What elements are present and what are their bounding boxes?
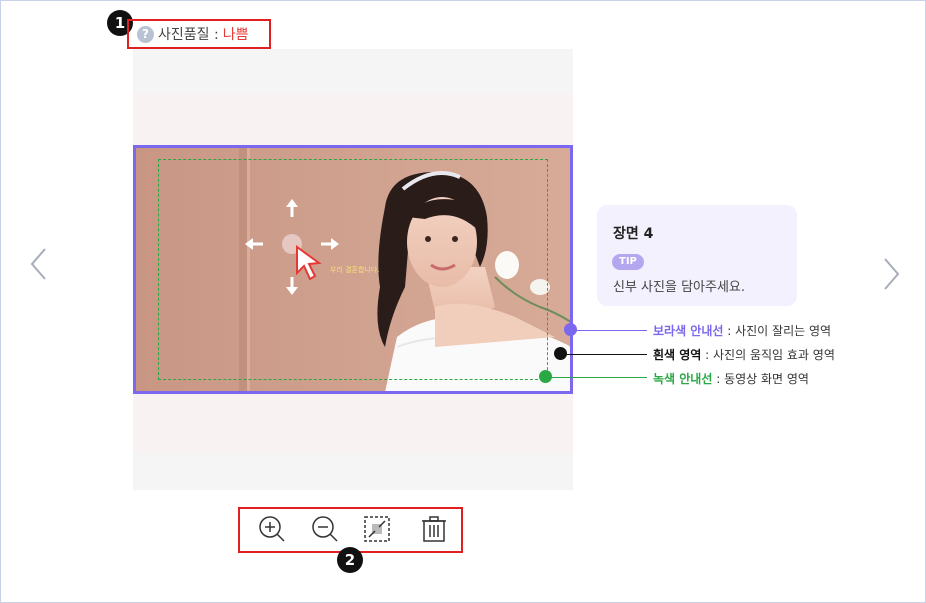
zoom-in-button[interactable] — [257, 514, 287, 544]
legend-line-purple — [571, 330, 647, 331]
motion-area-top — [133, 93, 573, 145]
chevron-right-icon — [884, 258, 900, 290]
video-guide-green — [158, 159, 548, 380]
legend-purple-key: 보라색 안내선 — [653, 324, 724, 338]
next-scene-button[interactable] — [880, 256, 904, 292]
legend-dot-white — [554, 347, 567, 360]
legend-purple-desc: : 사진이 잘리는 영역 — [723, 324, 832, 338]
chevron-left-icon — [30, 248, 46, 280]
motion-area-bottom — [133, 394, 573, 454]
annotation-badge-2: 2 — [337, 547, 363, 573]
photo-quality-value: 나쁨 — [222, 27, 249, 43]
tip-badge: TIP — [612, 254, 644, 270]
zoom-in-icon — [259, 516, 285, 542]
photo-quality: ? 사진품질 : 나쁨 — [137, 24, 248, 44]
legend-purple: 보라색 안내선 : 사진이 잘리는 영역 — [653, 322, 831, 339]
fit-screen-button[interactable] — [362, 514, 392, 544]
legend-white: 흰색 영역 : 사진의 움직임 효과 영역 — [653, 346, 835, 363]
photo-quality-label: 사진품질 : — [158, 27, 219, 43]
legend-green: 녹색 안내선 : 동영상 화면 영역 — [653, 370, 809, 387]
legend-white-desc: : 사진의 움직임 효과 영역 — [701, 348, 835, 362]
legend-green-key: 녹색 안내선 — [653, 372, 713, 386]
zoom-out-icon — [312, 516, 338, 542]
delete-button[interactable] — [419, 514, 449, 544]
tip-text: 신부 사진을 담아주세요. — [613, 280, 745, 295]
tip-card: 장면 4 TIP 신부 사진을 담아주세요. — [597, 205, 797, 306]
scene-title: 장면 4 — [613, 226, 654, 242]
legend-line-green — [546, 377, 647, 378]
legend-dot-green — [539, 370, 552, 383]
legend-dot-purple — [564, 323, 577, 336]
question-circle-icon[interactable]: ? — [137, 25, 154, 43]
zoom-out-button[interactable] — [310, 514, 340, 544]
legend-white-key: 흰색 영역 — [653, 348, 702, 362]
legend-line-white — [561, 354, 647, 355]
fit-screen-icon — [364, 516, 390, 542]
prev-scene-button[interactable] — [26, 246, 50, 282]
trash-icon — [422, 516, 446, 542]
legend-green-desc: : 동영상 화면 영역 — [712, 372, 809, 386]
